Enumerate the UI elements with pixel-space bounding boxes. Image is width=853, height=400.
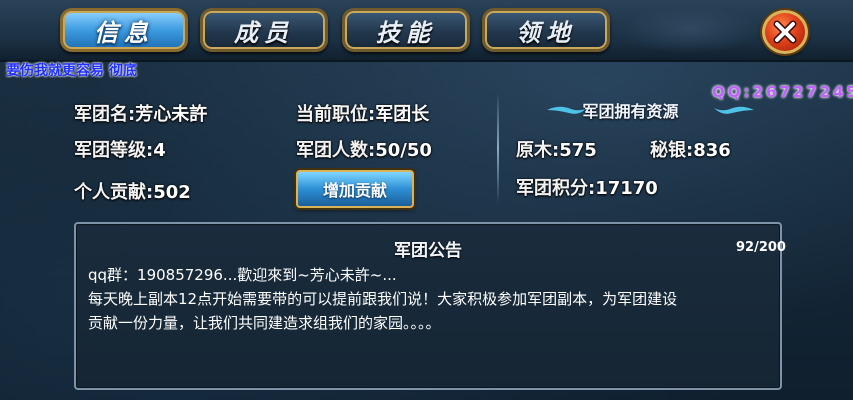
add-contribution-button[interactable]: 增加贡献 <box>296 170 414 208</box>
guild-name-field: 军团名:芳心未許 <box>74 100 207 126</box>
guild-name-label: 军团名: <box>74 104 136 125</box>
wood-field: 原木:575 <box>516 136 597 162</box>
overlay-caption: 要伤我就更容易 彻底 <box>6 63 137 79</box>
notice-board[interactable]: 军团公告 92/200 qq群：190857296...歡迎來到~芳心未許~..… <box>74 222 786 390</box>
tab-info[interactable]: 信息 <box>60 8 188 52</box>
notice-line: 每天晚上副本12点开始需要带的可以提前跟我们说！大家积极参加军团副本，为军团建设 <box>88 290 678 308</box>
member-count-value: 50/50 <box>375 140 432 161</box>
wing-ornament-icon <box>714 106 754 114</box>
guild-level-value: 4 <box>153 140 166 161</box>
contribution-field: 个人贡献:502 <box>74 178 191 204</box>
guild-level-label: 军团等级: <box>74 140 154 161</box>
guild-points-field: 军团积分:17170 <box>516 174 658 200</box>
contribution-label: 个人贡献: <box>74 182 154 203</box>
silver-field: 秘银:836 <box>650 136 731 162</box>
close-x-icon <box>773 20 797 44</box>
notice-line: qq群：190857296...歡迎來到~芳心未許~... <box>88 266 397 284</box>
notice-char-count: 92/200 <box>736 240 786 255</box>
wood-value: 575 <box>559 140 597 161</box>
contribution-value: 502 <box>153 182 191 203</box>
position-value: 军团长 <box>375 104 430 125</box>
member-count-label: 军团人数: <box>296 140 376 161</box>
member-count-field: 军团人数:50/50 <box>296 136 432 162</box>
guild-name-value: 芳心未許 <box>135 104 208 125</box>
resources-title: 军团拥有资源 <box>582 102 679 121</box>
guild-level-field: 军团等级:4 <box>74 136 166 162</box>
panel-divider <box>497 92 499 204</box>
resources-header: 军团拥有资源 <box>543 98 718 122</box>
notice-line: 贡献一份力量，让我们共同建造求组我们的家园。。。。 <box>88 314 441 332</box>
qq-watermark: QQ:26727245 <box>712 83 853 101</box>
position-field: 当前职位:军团长 <box>296 100 429 126</box>
guild-points-label: 军团积分: <box>516 178 596 199</box>
position-label: 当前职位: <box>296 104 376 125</box>
silver-label: 秘银: <box>650 140 694 161</box>
topbar-ornament <box>620 6 760 54</box>
tab-skills[interactable]: 技能 <box>342 8 470 52</box>
tab-territory[interactable]: 领地 <box>482 8 610 52</box>
wood-label: 原木: <box>516 140 560 161</box>
guild-window: 信息 成员 技能 领地 要伤我就更容易 彻底 QQ:26727245 军团名:芳… <box>0 0 853 400</box>
close-button[interactable] <box>762 10 808 54</box>
guild-points-value: 17170 <box>595 178 658 199</box>
tab-members[interactable]: 成员 <box>200 8 328 52</box>
notice-title: 军团公告 <box>394 241 462 261</box>
silver-value: 836 <box>693 140 731 161</box>
